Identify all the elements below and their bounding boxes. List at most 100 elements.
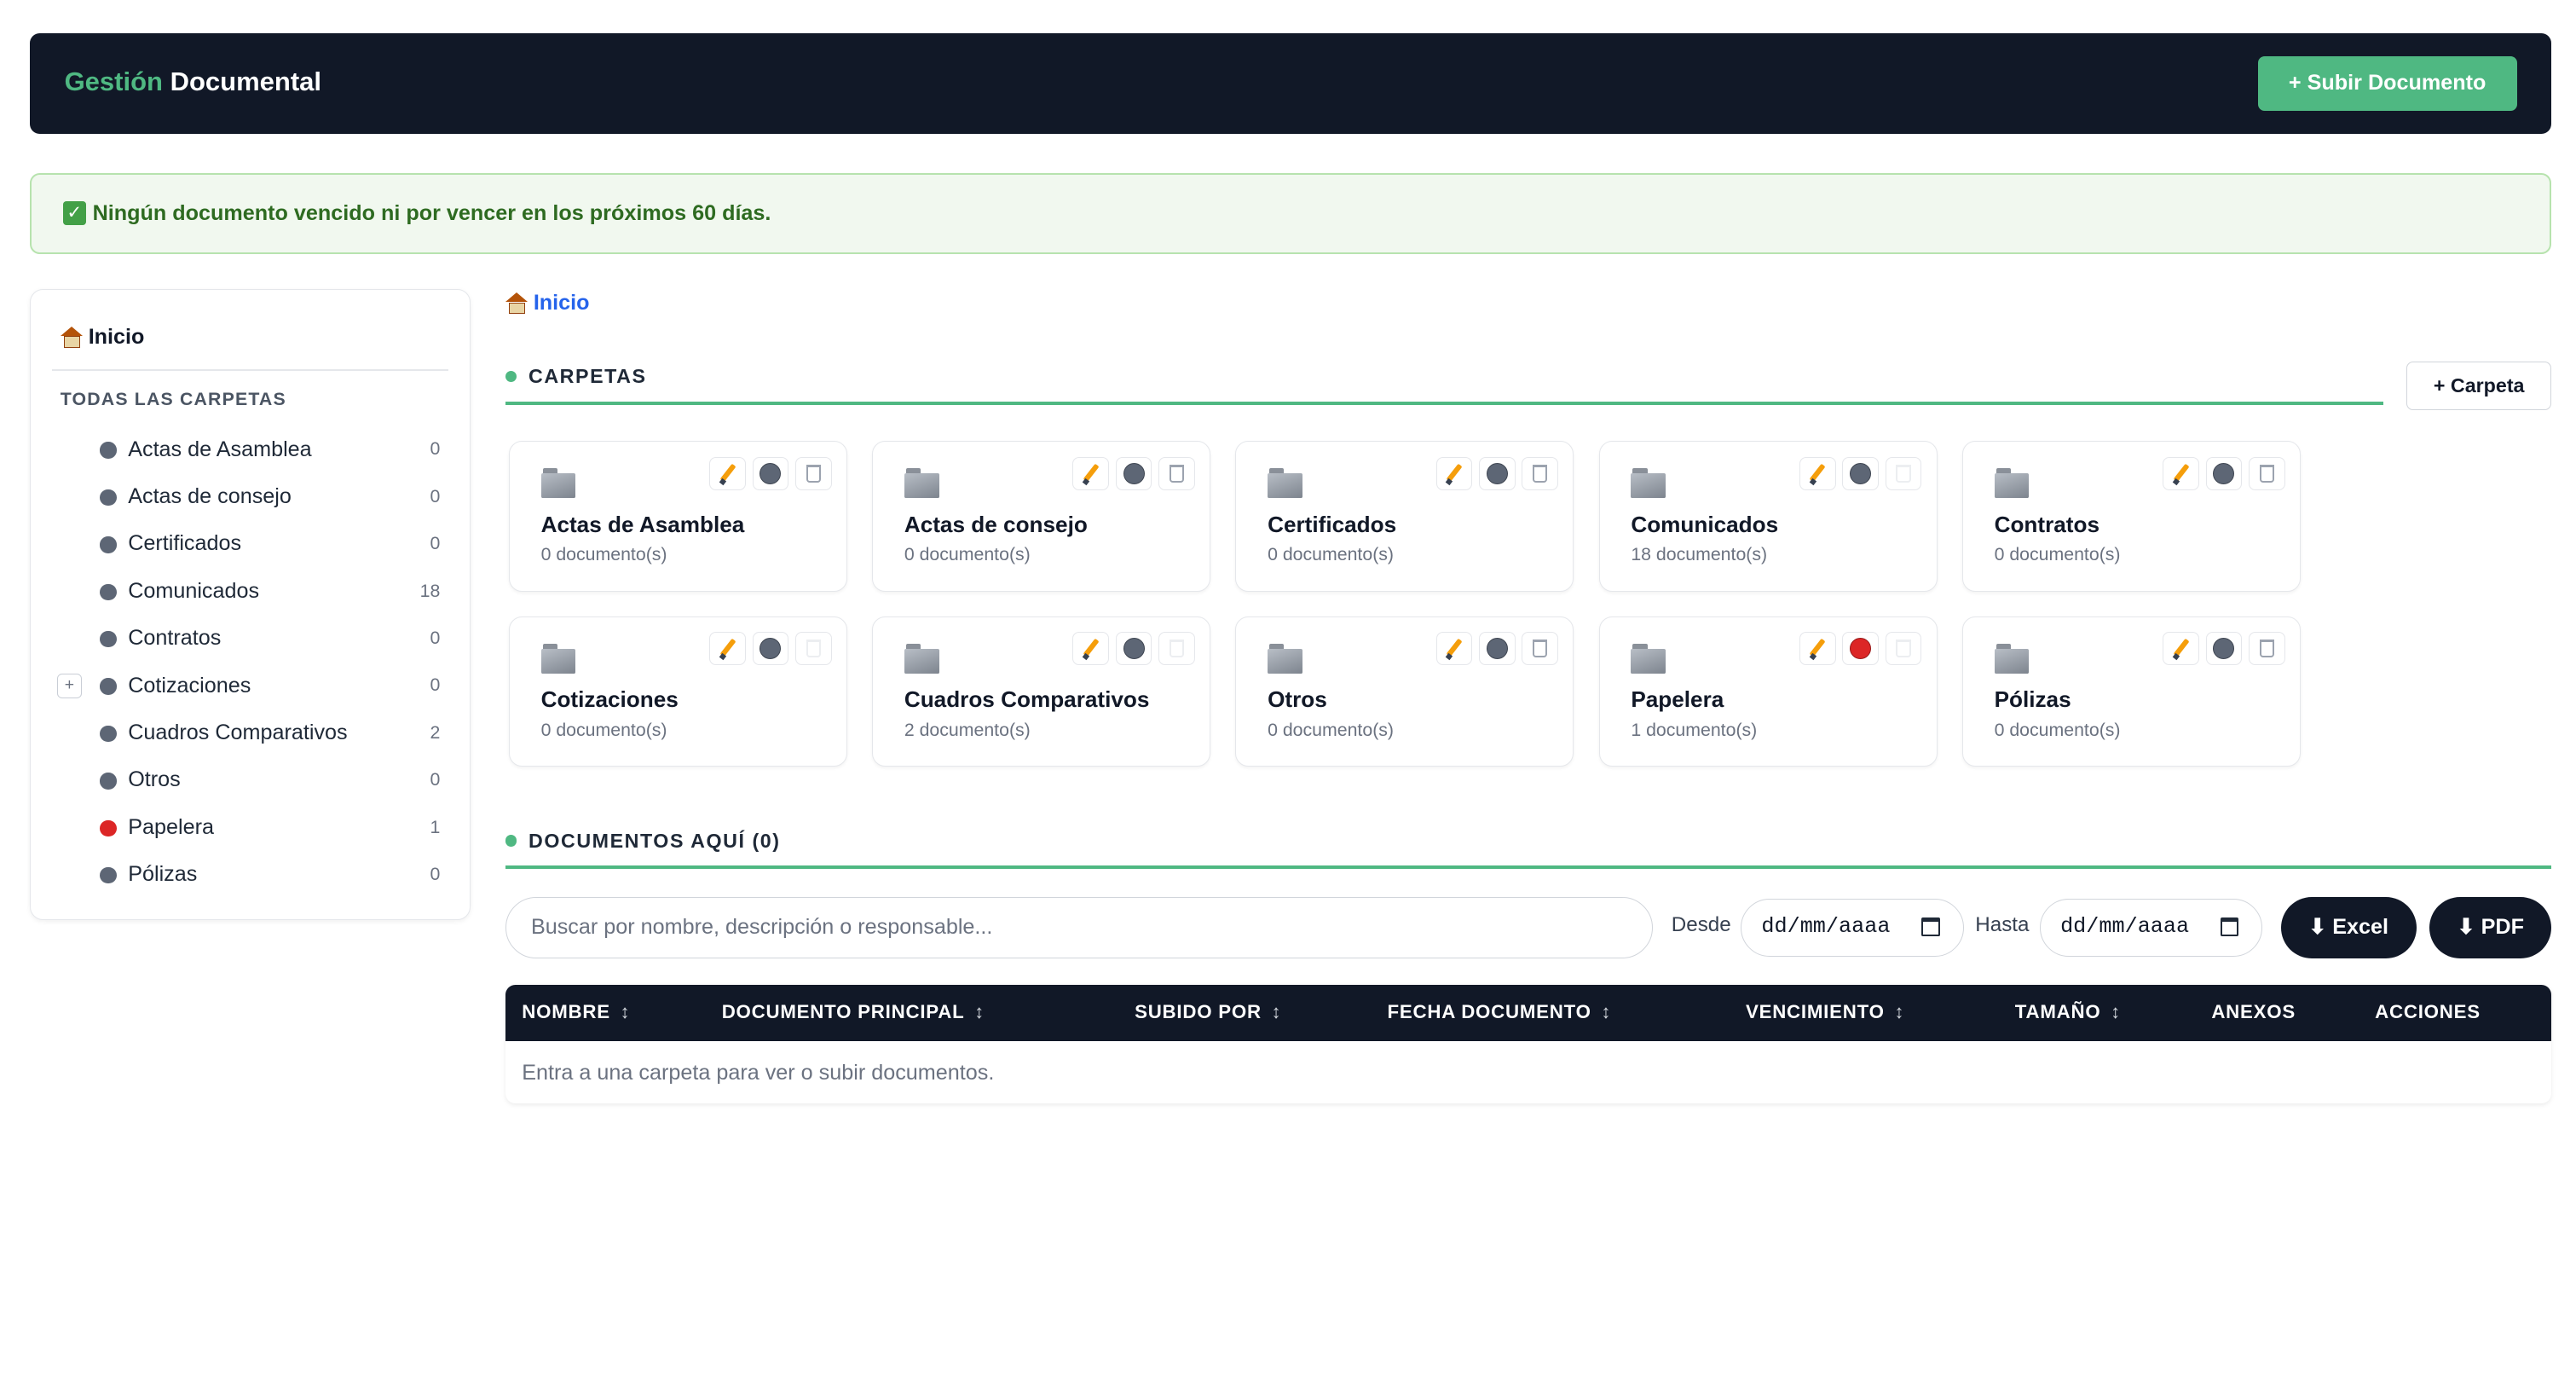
folder-color-button[interactable] [2205, 632, 2243, 665]
folder-card-papelera[interactable]: Papelera 1 documento(s) [1598, 616, 1938, 767]
documents-section-title: DOCUMENTOS AQUÍ (0) [505, 830, 781, 853]
from-date-input[interactable]: dd/mm/aaaa [1741, 899, 1964, 957]
sidebar-item-label: Comunicados [128, 578, 260, 603]
to-date-label: Hasta [1975, 913, 2030, 937]
folder-card-name: Certificados [1268, 511, 1397, 537]
folder-color-button[interactable] [2205, 456, 2243, 490]
sidebar-item-count: 0 [430, 533, 441, 554]
folder-card-name: Pólizas [1994, 686, 2071, 713]
folder-card-contratos[interactable]: Contratos 0 documento(s) [1961, 441, 2301, 592]
folder-card-cotizaciones[interactable]: Cotizaciones 0 documento(s) [508, 616, 847, 767]
check-mark-icon: ✓ [62, 201, 86, 225]
table-header: NOMBRE ↕ DOCUMENTO PRINCIPAL ↕ SUBIDO POR ↕… [505, 984, 2552, 1041]
trash-icon[interactable] [2248, 632, 2285, 665]
sort-icon: ↕ [1271, 1001, 1282, 1023]
folder-color-button[interactable] [752, 456, 789, 490]
sidebar-item-certificados[interactable]: Certificados 0 [31, 522, 468, 569]
folder-color-button[interactable] [1115, 632, 1152, 665]
trash-icon[interactable] [2248, 456, 2285, 490]
edit-pencil-icon[interactable] [1799, 632, 1836, 665]
edit-pencil-icon[interactable] [709, 456, 746, 490]
edit-pencil-icon[interactable] [1072, 456, 1109, 490]
sidebar-item-cotizaciones[interactable]: + Cotizaciones 0 [31, 663, 468, 710]
sidebar-item-label: Cuadros Comparativos [128, 720, 348, 744]
sidebar-item-count: 0 [430, 628, 441, 649]
folder-color-button[interactable] [1842, 456, 1879, 490]
folder-color-dot [100, 866, 117, 884]
edit-pencil-icon[interactable] [709, 632, 746, 665]
house-icon [505, 292, 528, 315]
edit-pencil-icon[interactable] [1072, 632, 1109, 665]
trash-icon[interactable] [1158, 456, 1195, 490]
sidebar-item-count: 0 [430, 674, 441, 696]
sidebar-item-comunicados[interactable]: Comunicados 18 [31, 569, 468, 616]
column-header-fecha-documento[interactable]: FECHA DOCUMENTO ↕ [1388, 1001, 1612, 1023]
search-input[interactable] [505, 897, 1654, 958]
edit-pencil-icon[interactable] [1435, 632, 1473, 665]
folder-card-polizas[interactable]: Pólizas 0 documento(s) [1961, 616, 2301, 767]
sidebar-item-papelera[interactable]: Papelera 1 [31, 805, 468, 852]
column-header-anexos: ANEXOS [2211, 1001, 2296, 1023]
folder-color-button[interactable] [1479, 456, 1516, 490]
folder-card-actas-de-consejo[interactable]: Actas de consejo 0 documento(s) [872, 441, 1211, 592]
sidebar-item-polizas[interactable]: Pólizas 0 [31, 853, 468, 900]
sidebar-item-otros[interactable]: Otros 0 [31, 758, 468, 805]
column-header-tamano[interactable]: TAMAÑO ↕ [2015, 1001, 2121, 1023]
folder-color-dot [100, 630, 117, 648]
folder-card-name: Actas de Asamblea [540, 511, 745, 537]
trash-icon[interactable] [794, 456, 832, 490]
column-header-vencimiento[interactable]: VENCIMIENTO ↕ [1746, 1001, 1904, 1023]
trash-icon[interactable] [1522, 632, 1558, 665]
folder-icon [1268, 466, 1304, 499]
to-date-input[interactable]: dd/mm/aaaa [2039, 899, 2263, 957]
upload-document-button[interactable]: + Subir Documento [2257, 55, 2517, 111]
edit-pencil-icon[interactable] [2163, 456, 2199, 490]
expand-toggle[interactable]: + [56, 673, 82, 698]
folder-card-actas-de-asamblea[interactable]: Actas de Asamblea 0 documento(s) [508, 441, 847, 592]
documents-title-text: DOCUMENTOS AQUÍ (0) [528, 829, 781, 852]
alert-message: Ningún documento vencido ni por vencer e… [92, 201, 771, 226]
breadcrumb-home[interactable]: Inicio [534, 291, 590, 315]
sidebar-item-label: Contratos [128, 626, 222, 651]
edit-pencil-icon[interactable] [1799, 456, 1836, 490]
folder-icon [904, 466, 941, 499]
export-excel-button[interactable]: ⬇ Excel [2280, 897, 2417, 958]
new-folder-button[interactable]: + Carpeta [2406, 362, 2552, 410]
folder-sidebar: Inicio TODAS LAS CARPETAS Actas de Asamb… [29, 289, 471, 921]
breadcrumb[interactable]: Inicio [505, 291, 590, 315]
sidebar-item-actas-de-asamblea[interactable]: Actas de Asamblea 0 [31, 427, 468, 474]
house-icon [60, 327, 84, 348]
sidebar-folder-list: Actas de Asamblea 0 Actas de consejo 0 C… [31, 427, 468, 900]
folders-section-title: CARPETAS [505, 365, 647, 388]
folder-color-button[interactable] [1479, 632, 1516, 665]
folder-card-otros[interactable]: Otros 0 documento(s) [1235, 616, 1574, 767]
folder-card-count: 0 documento(s) [540, 719, 667, 740]
sidebar-item-label: Actas de consejo [128, 483, 292, 508]
folder-card-count: 0 documento(s) [1994, 544, 2121, 565]
calendar-icon[interactable] [2220, 917, 2239, 936]
folder-card-cuadros-comparativos[interactable]: Cuadros Comparativos 2 documento(s) [872, 616, 1211, 767]
edit-pencil-icon[interactable] [2163, 632, 2199, 665]
sidebar-home-link[interactable]: Inicio [60, 325, 144, 350]
edit-pencil-icon[interactable] [1435, 456, 1473, 490]
sort-icon: ↕ [620, 1001, 631, 1023]
sidebar-item-actas-de-consejo[interactable]: Actas de consejo 0 [31, 474, 468, 521]
folder-color-button[interactable] [1115, 456, 1152, 490]
documents-section-underline [505, 865, 2552, 870]
folder-card-certificados[interactable]: Certificados 0 documento(s) [1235, 441, 1574, 592]
sidebar-item-count: 1 [430, 816, 441, 837]
trash-icon[interactable] [1522, 456, 1558, 490]
folder-color-button[interactable] [1842, 632, 1879, 665]
sidebar-item-contratos[interactable]: Contratos 0 [31, 616, 468, 663]
folder-icon [904, 642, 941, 674]
sidebar-item-cuadros-comparativos[interactable]: Cuadros Comparativos 2 [31, 710, 468, 757]
column-header-nombre[interactable]: NOMBRE ↕ [522, 1001, 630, 1023]
folder-card-comunicados[interactable]: Comunicados 18 documento(s) [1598, 441, 1938, 592]
calendar-icon[interactable] [1921, 917, 1940, 936]
folder-color-button[interactable] [752, 632, 789, 665]
folders-title-text: CARPETAS [528, 365, 647, 388]
export-pdf-button[interactable]: ⬇ PDF [2429, 897, 2552, 958]
column-header-subido-por[interactable]: SUBIDO POR ↕ [1135, 1001, 1281, 1023]
column-header-documento-principal[interactable]: DOCUMENTO PRINCIPAL ↕ [722, 1001, 985, 1023]
sidebar-item-label: Papelera [128, 814, 214, 839]
